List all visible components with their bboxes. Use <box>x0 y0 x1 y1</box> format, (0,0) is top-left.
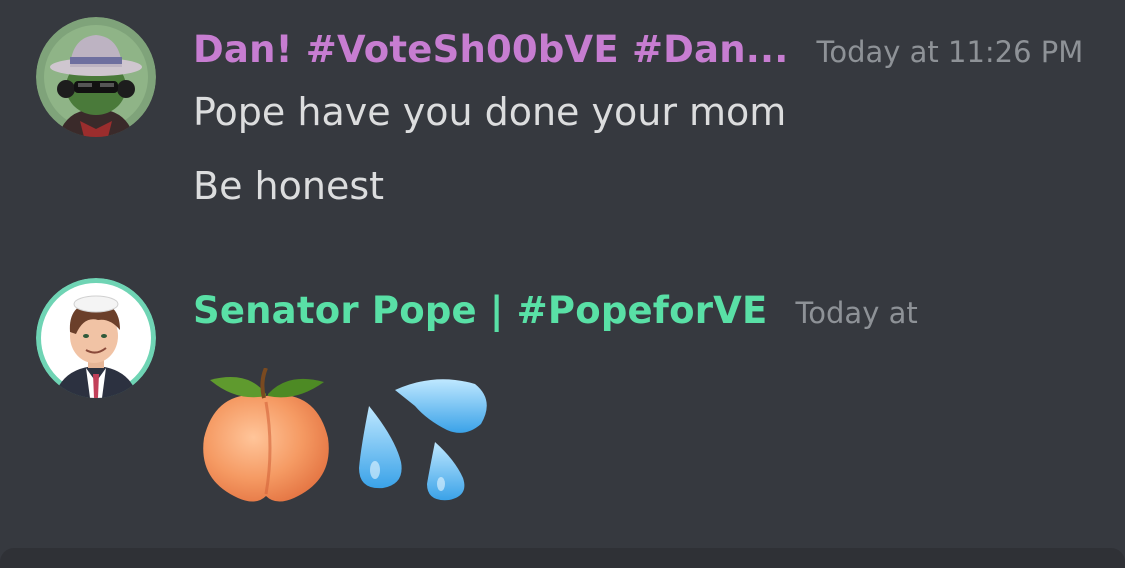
message-text: Be honest <box>193 164 385 208</box>
peach-emoji-icon[interactable] <box>196 367 336 512</box>
timestamp: Today at <box>795 296 918 330</box>
username[interactable]: Senator Pope | #PopeforVE <box>193 289 767 332</box>
username[interactable]: Dan! #VoteSh00bVE #Dan... <box>193 28 789 71</box>
message-header: Senator Pope | #PopeforVE Today at <box>193 289 918 332</box>
fedora-sunglasses-avatar-icon <box>36 17 156 137</box>
avatar[interactable] <box>36 278 156 398</box>
message-composer[interactable] <box>0 548 1125 568</box>
suited-man-avatar-icon <box>36 278 156 398</box>
avatar[interactable] <box>36 17 156 137</box>
sweat-droplets-emoji-icon[interactable] <box>355 376 495 515</box>
message-text: Pope have you done your mom <box>193 90 787 134</box>
timestamp: Today at 11:26 PM <box>816 35 1084 69</box>
message-header: Dan! #VoteSh00bVE #Dan... Today at 11:26… <box>193 28 1083 71</box>
